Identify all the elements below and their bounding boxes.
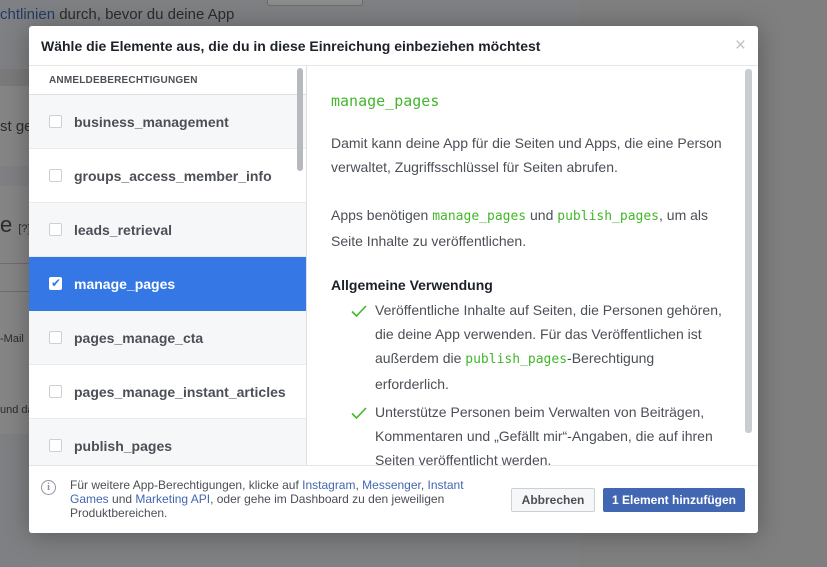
permission-item-leads-retrieval[interactable]: leads_retrieval bbox=[29, 203, 306, 257]
checkbox[interactable] bbox=[49, 385, 62, 398]
usage-item-text: Unterstütze Personen beim Verwalten von … bbox=[375, 404, 713, 465]
background-guidelines-link: chtlinien bbox=[0, 6, 56, 23]
background-guidelines-text: chtlinien durch, bevor du deine App bbox=[0, 6, 235, 23]
checkbox[interactable] bbox=[49, 115, 62, 128]
background-button bbox=[267, 0, 363, 6]
permission-item-pages-manage-instant-articles[interactable]: pages_manage_instant_articles bbox=[29, 365, 306, 419]
link-messenger[interactable]: Messenger bbox=[362, 478, 421, 492]
usage-item: Veröffentliche Inhalte auf Seiten, die P… bbox=[331, 298, 722, 396]
checkbox[interactable] bbox=[49, 169, 62, 182]
permission-label: leads_retrieval bbox=[74, 221, 173, 238]
cancel-button[interactable]: Abbrechen bbox=[511, 488, 595, 512]
link-marketing-api[interactable]: Marketing API bbox=[135, 492, 210, 506]
code-publish-pages: publish_pages bbox=[557, 209, 660, 224]
checkbox-checked[interactable]: ✔ bbox=[49, 276, 62, 290]
permissions-dialog: Wähle die Elemente aus, die du in diese … bbox=[29, 26, 758, 533]
permission-item-publish-pages[interactable]: publish_pages bbox=[29, 419, 306, 465]
permission-item-business-management[interactable]: business_management bbox=[29, 95, 306, 149]
section-header-login-permissions: ANMELDEBERECHTIGUNGEN bbox=[29, 66, 306, 95]
permission-label: pages_manage_instant_articles bbox=[74, 383, 286, 400]
permission-detail-title: manage_pages bbox=[331, 92, 440, 110]
permission-list-panel: ANMELDEBERECHTIGUNGEN business_managemen… bbox=[29, 66, 307, 465]
footer-help-text: Für weitere App-Berechtigungen, klicke a… bbox=[70, 478, 464, 520]
checkbox[interactable] bbox=[49, 223, 62, 236]
permission-item-manage-pages[interactable]: ✔ manage_pages bbox=[29, 257, 306, 311]
info-icon: i bbox=[41, 480, 56, 495]
usage-item: Unterstütze Personen beim Verwalten von … bbox=[331, 400, 722, 465]
link-instagram[interactable]: Instagram bbox=[302, 478, 355, 492]
dialog-title: Wähle die Elemente aus, die du in diese … bbox=[41, 38, 541, 54]
permission-item-pages-manage-cta[interactable]: pages_manage_cta bbox=[29, 311, 306, 365]
add-element-button[interactable]: 1 Element hinzufügen bbox=[603, 488, 745, 512]
permission-detail-panel: manage_pages Damit kann deine App für di… bbox=[308, 66, 758, 465]
permission-list-scrollbar[interactable] bbox=[297, 68, 303, 171]
checkbox[interactable] bbox=[49, 439, 62, 452]
background-text-a: st ge bbox=[0, 118, 33, 135]
usage-item-text: Veröffentliche Inhalte auf Seiten, die P… bbox=[375, 302, 722, 392]
permission-label: manage_pages bbox=[74, 275, 176, 292]
detail-scrollbar[interactable] bbox=[745, 69, 752, 433]
close-icon[interactable]: × bbox=[735, 36, 746, 55]
permission-label: business_management bbox=[74, 113, 229, 130]
dialog-header: Wähle die Elemente aus, die du in diese … bbox=[29, 26, 758, 66]
code-publish-pages: publish_pages bbox=[465, 352, 568, 367]
code-manage-pages: manage_pages bbox=[432, 209, 527, 224]
background-heading: e [?] bbox=[0, 212, 31, 237]
usage-list: Veröffentliche Inhalte auf Seiten, die P… bbox=[331, 298, 722, 465]
permission-item-groups-access-member-info[interactable]: groups_access_member_info bbox=[29, 149, 306, 203]
dialog-footer: i Für weitere App-Berechtigungen, klicke… bbox=[29, 465, 758, 533]
permission-description: Damit kann deine App für die Seiten und … bbox=[331, 135, 722, 175]
usage-section-title: Allgemeine Verwendung bbox=[331, 277, 493, 293]
permission-label: pages_manage_cta bbox=[74, 329, 204, 346]
check-icon: ✔ bbox=[51, 276, 62, 290]
background-text-c: -Mail bbox=[0, 333, 24, 345]
checkbox[interactable] bbox=[49, 331, 62, 344]
permission-label: publish_pages bbox=[74, 437, 173, 454]
dialog-body: ANMELDEBERECHTIGUNGEN business_managemen… bbox=[29, 66, 758, 465]
checkmark-icon bbox=[331, 298, 367, 396]
checkmark-icon bbox=[331, 400, 367, 465]
permission-requirement-note: Apps benötigen manage_pages und publish_… bbox=[331, 207, 709, 249]
permission-label: groups_access_member_info bbox=[74, 167, 272, 184]
